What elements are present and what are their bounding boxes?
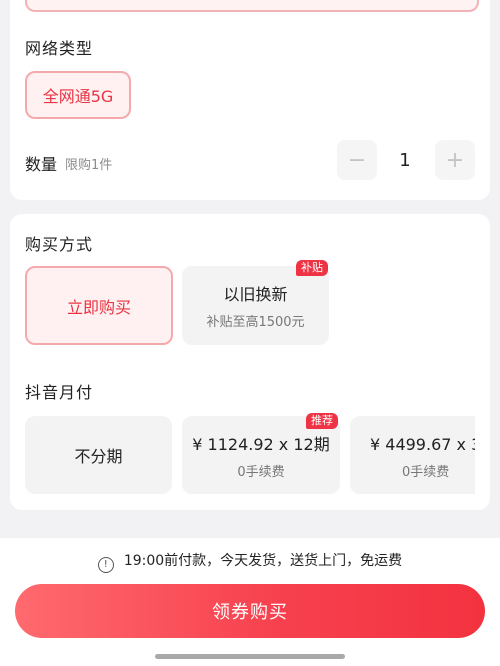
installment-option-label: 不分期 bbox=[74, 447, 123, 466]
network-option-label: 全网通5G bbox=[42, 87, 114, 106]
recommend-badge: 推荐 bbox=[306, 413, 338, 429]
minus-icon: − bbox=[347, 147, 367, 173]
info-icon: ! bbox=[97, 557, 114, 573]
plus-icon: + bbox=[445, 147, 465, 173]
bottom-action-bar: ! 19:00前付款，今天发货，送货上门，免运费 领券购买 bbox=[0, 538, 500, 666]
installment-title: 抖音月付 bbox=[25, 383, 94, 402]
quantity-value: 1 bbox=[399, 150, 411, 171]
coupon-buy-button[interactable]: 领券购买 bbox=[15, 584, 485, 638]
subsidy-badge: 补贴 bbox=[296, 260, 328, 276]
quantity-decrease-button[interactable]: − bbox=[337, 140, 377, 180]
home-indicator[interactable] bbox=[155, 654, 345, 659]
delivery-notice: ! 19:00前付款，今天发货，送货上门，免运费 bbox=[0, 550, 500, 573]
coupon-buy-label: 领券购买 bbox=[212, 602, 288, 623]
quantity-increase-button[interactable]: + bbox=[435, 140, 475, 180]
installment-option-3[interactable]: ¥ 4499.67 x 3期 0手续费 bbox=[350, 416, 475, 494]
purchase-option-subtitle: 补贴至高1500元 bbox=[206, 315, 305, 330]
previous-option-chip[interactable] bbox=[25, 0, 479, 12]
purchase-method-title: 购买方式 bbox=[25, 235, 94, 254]
spec-card: 网络类型 全网通5G 数量 限购1件 − 1 + bbox=[10, 0, 490, 200]
network-type-title: 网络类型 bbox=[25, 39, 94, 58]
installment-option-label: ¥ 4499.67 x 3期 bbox=[370, 434, 475, 454]
delivery-notice-text: 19:00前付款，今天发货，送货上门，免运费 bbox=[123, 553, 403, 569]
quantity-label: 数量 bbox=[25, 155, 58, 174]
purchase-option-buy-now[interactable]: 立即购买 bbox=[25, 266, 173, 345]
purchase-option-label: 立即购买 bbox=[66, 297, 131, 317]
network-option-5g[interactable]: 全网通5G bbox=[25, 71, 131, 119]
installment-option-none[interactable]: 不分期 bbox=[25, 416, 172, 494]
quantity-limit-hint: 限购1件 bbox=[65, 158, 113, 173]
purchase-card: 购买方式 立即购买 以旧换新 补贴至高1500元 补贴 抖音月付 不分期 ¥ 1… bbox=[10, 214, 490, 510]
installment-option-fee: 0手续费 bbox=[237, 464, 285, 480]
installment-option-fee: 0手续费 bbox=[402, 464, 450, 480]
installment-options-scroller[interactable]: 不分期 ¥ 1124.92 x 12期 0手续费 ¥ 4499.67 x 3期 … bbox=[25, 416, 475, 496]
purchase-option-label: 以旧换新 bbox=[223, 285, 288, 304]
product-spec-page: 网络类型 全网通5G 数量 限购1件 − 1 + 购买方式 立即购买 以旧换新 … bbox=[0, 0, 500, 666]
installment-option-label: ¥ 1124.92 x 12期 bbox=[192, 434, 330, 454]
purchase-option-trade-in[interactable]: 以旧换新 补贴至高1500元 bbox=[182, 266, 329, 345]
